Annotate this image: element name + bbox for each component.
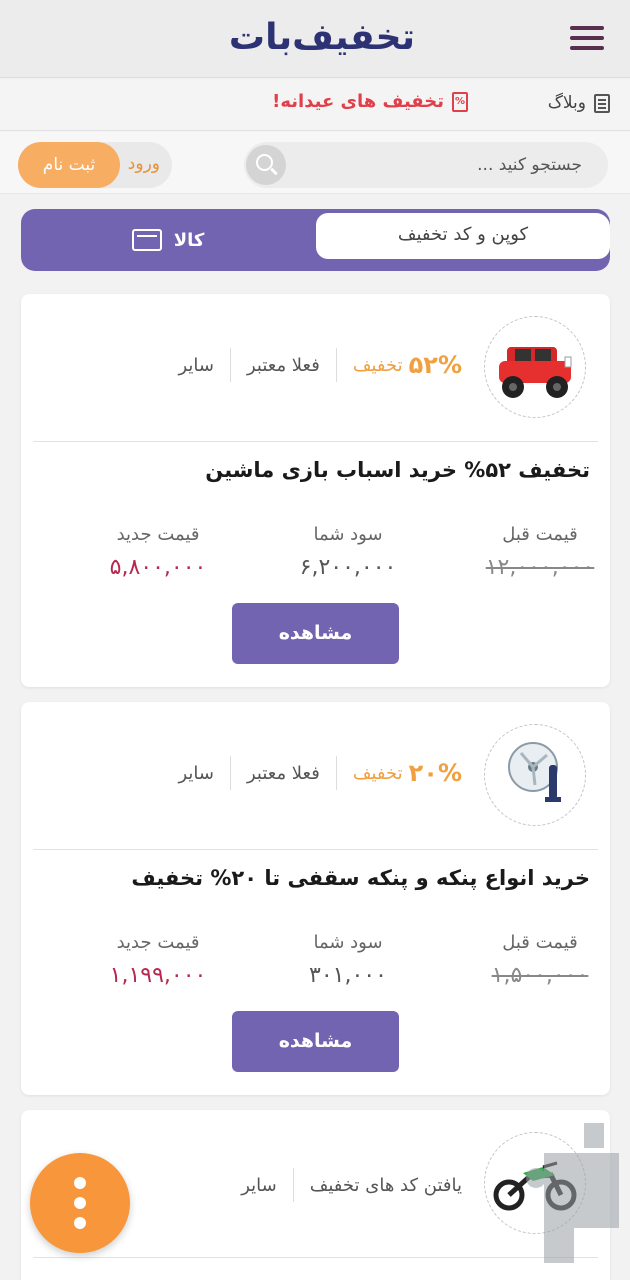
eid-label: تخفیف های عیدانه! [272, 91, 444, 112]
tab-goods[interactable]: کالا [21, 209, 315, 271]
saving-value: ۳۰۱,۰۰۰ [309, 963, 387, 988]
discount-percent: ۲۰% [408, 759, 462, 787]
old-price-block: قیمت قبل ۱,۵۰۰,۰۰۰ [460, 932, 620, 988]
login-button[interactable]: ورود [128, 154, 160, 174]
new-price-label: قیمت جدید [116, 932, 200, 953]
signup-button[interactable]: ثبت نام [18, 142, 120, 188]
tab-bar: کوپن و کد تخفیف کالا [21, 209, 610, 271]
old-price-block: قیمت قبل ۱۲,۰۰۰,۰۰۰ [460, 524, 620, 580]
search-input[interactable] [308, 142, 608, 188]
category-label: سایر [178, 354, 214, 376]
old-price-label: قیمت قبل [502, 524, 578, 545]
document-icon [594, 93, 610, 113]
new-price-label: قیمت جدید [116, 524, 200, 545]
search-row: ورود ثبت نام [0, 132, 630, 194]
category-label: سایر [178, 762, 214, 784]
box-icon [131, 229, 162, 251]
divider [33, 1257, 598, 1258]
saving-label: سود شما [313, 932, 383, 953]
divider [33, 849, 598, 850]
saving-block: سود شما ۳۰۱,۰۰۰ [268, 932, 428, 988]
new-price-value: ۱,۱۹۹,۰۰۰ [109, 963, 207, 988]
discount-label: تخفیف [352, 354, 403, 376]
product-image[interactable] [484, 316, 586, 418]
new-price-value: ۵,۸۰۰,۰۰۰ [109, 555, 207, 580]
product-image[interactable] [484, 724, 586, 826]
tab-coupon[interactable]: کوپن و کد تخفیف [316, 213, 610, 259]
more-options-button[interactable] [30, 1153, 130, 1253]
deal-title: خرید انواع پنکه و پنکه سقفی تا ۲۰% تخفیف [131, 866, 590, 890]
find-codes-label: یافتن کد های تخفیف [309, 1174, 462, 1196]
saving-value: ۶,۲۰۰,۰۰۰ [299, 555, 397, 580]
deal-title: تخفیف ۵۲% خرید اسباب بازی ماشین [205, 458, 590, 482]
logo-text: تخفیف‌بات [228, 16, 416, 58]
view-button[interactable]: مشاهده [232, 1011, 399, 1072]
deal-card: ۵۲% تخفیف فعلا معتبر سایر تخفیف ۵۲% خرید… [21, 294, 610, 687]
tab-goods-label: کالا [173, 229, 205, 251]
saving-label: سود شما [313, 524, 383, 545]
view-button[interactable]: مشاهده [232, 603, 399, 664]
new-price-block: قیمت جدید ۱,۱۹۹,۰۰۰ [78, 932, 238, 988]
search-box [244, 142, 608, 188]
app-header: تخفیف‌بات [0, 0, 630, 78]
discount-label: تخفیف [352, 762, 403, 784]
category-label: سایر [241, 1174, 277, 1196]
validity-status: فعلا معتبر [246, 354, 320, 376]
discount-percent: ۵۲% [408, 351, 462, 379]
deal-meta: یافتن کد های تخفیف سایر [241, 1168, 462, 1202]
validity-status: فعلا معتبر [246, 762, 320, 784]
old-price-label: قیمت قبل [502, 932, 578, 953]
deal-meta: ۵۲% تخفیف فعلا معتبر سایر [178, 348, 462, 382]
new-price-block: قیمت جدید ۵,۸۰۰,۰۰۰ [78, 524, 238, 580]
saving-block: سود شما ۶,۲۰۰,۰۰۰ [268, 524, 428, 580]
search-icon[interactable] [246, 145, 286, 185]
store-watermark-icon [524, 1118, 624, 1268]
hamburger-menu-icon[interactable] [570, 26, 604, 52]
percent-tag-icon: % [452, 91, 468, 112]
toy-car-icon [499, 347, 572, 398]
wall-fan-icon [508, 742, 561, 802]
sub-navigation: وبلاگ % تخفیف های عیدانه! [0, 79, 630, 131]
divider [33, 441, 598, 442]
site-logo[interactable]: تخفیف‌بات [216, 12, 428, 62]
auth-buttons: ورود ثبت نام [18, 142, 172, 188]
eid-discounts-link[interactable]: % تخفیف های عیدانه! [272, 91, 468, 112]
deal-meta: ۲۰% تخفیف فعلا معتبر سایر [178, 756, 462, 790]
deal-card: ۲۰% تخفیف فعلا معتبر سایر خرید انواع پنک… [21, 702, 610, 1095]
blog-link[interactable]: وبلاگ [548, 93, 610, 113]
old-price-value: ۱,۵۰۰,۰۰۰ [491, 963, 589, 988]
old-price-value: ۱۲,۰۰۰,۰۰۰ [485, 555, 595, 580]
blog-label: وبلاگ [547, 93, 586, 113]
